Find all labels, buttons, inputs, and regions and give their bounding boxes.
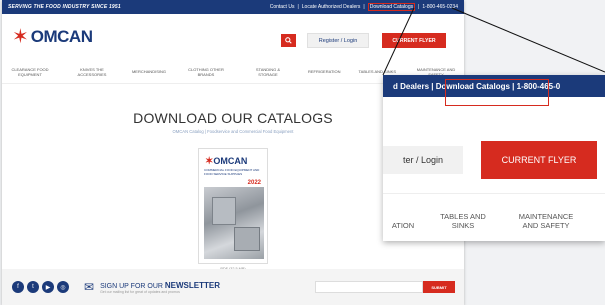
envelope-icon: ✉ [84,280,95,294]
catalog-logo: ✶OMCAN [205,156,248,167]
logo-text: OMCAN [30,27,93,46]
footer: f t ▶ ◎ ✉ SIGN UP FOR OUR NEWSLETTER Get… [2,269,464,305]
nav-item[interactable]: CLOTHING OTHER BRANDS [184,67,228,77]
register-login-button[interactable]: Register / Login [307,33,369,48]
zoom-nav-item[interactable]: TABLES AND SINKS [433,212,493,230]
top-bar: SERVING THE FOOD INDUSTRY SINCE 1951 Con… [2,0,464,14]
zoom-panel: d Dealers | Download Catalogs | 1-800-46… [383,75,605,241]
catalog-year: 2022 [247,180,261,186]
catalog-subtitle: COMMERCIAL FOOD EQUIPMENT AND FOOD SERVI… [204,168,260,176]
separator: | [418,4,420,10]
catalog-product-image [204,187,264,259]
zoom-nav-item[interactable]: ATION [383,221,423,230]
twitter-icon[interactable]: t [27,281,39,293]
newsletter: ✉ SIGN UP FOR OUR NEWSLETTER Get our mai… [84,280,220,294]
submit-button[interactable]: SUBMIT [423,281,455,293]
nav-item[interactable]: MERCHANDISING [132,69,166,74]
facebook-icon[interactable]: f [12,281,24,293]
current-flyer-button[interactable]: CURRENT FLYER [382,33,446,48]
contact-link[interactable]: Contact Us [270,4,295,10]
separator: | [297,4,299,10]
newsletter-subtitle: Get our mailing list for great of update… [100,289,180,294]
omcan-logo[interactable]: ✶ OMCAN [12,26,93,48]
screenshot-stage: SERVING THE FOOD INDUSTRY SINCE 1951 Con… [0,0,605,305]
tagline: SERVING THE FOOD INDUSTRY SINCE 1951 [8,4,121,10]
top-links: Contact Us | Locate Authorized Dealers |… [270,3,458,11]
nav-item[interactable]: CLEARANCE FOOD EQUIPMENT [8,67,52,77]
zoom-nav-item[interactable]: MAINTENANCE AND SAFETY [511,212,581,230]
newsletter-text: SIGN UP FOR OUR NEWSLETTER Get our maili… [100,281,220,294]
youtube-icon[interactable]: ▶ [42,281,54,293]
zoom-register-login-button[interactable]: ter / Login [383,146,463,174]
star-icon: ✶ [12,26,29,48]
catalog-cover[interactable]: ✶OMCAN COMMERCIAL FOOD EQUIPMENT AND FOO… [198,148,268,264]
search-icon [285,37,292,44]
nav-item[interactable]: KNIVES THE ACCESSORIES [70,67,114,77]
header: ✶ OMCAN Register / Login CURRENT FLYER [2,14,464,60]
separator: | [363,4,365,10]
dealers-link[interactable]: Locate Authorized Dealers [302,4,361,10]
zoom-current-flyer-button[interactable]: CURRENT FLYER [481,141,597,179]
nav-item[interactable]: REFRIGERATION [308,69,341,74]
search-button[interactable] [281,34,296,47]
newsletter-title: SIGN UP FOR OUR NEWSLETTER [100,280,220,290]
newsletter-email-input[interactable] [315,281,423,293]
zoom-divider [383,193,605,194]
instagram-icon[interactable]: ◎ [57,281,69,293]
nav-item[interactable]: TABLES AND SINKS [359,69,397,74]
download-catalogs-link[interactable]: Download Catalogs [367,3,416,11]
nav-item[interactable]: STANDING & STORAGE [246,67,290,77]
download-catalogs-highlight [445,79,549,106]
phone-link[interactable]: 1-800-465-0234 [422,4,458,10]
